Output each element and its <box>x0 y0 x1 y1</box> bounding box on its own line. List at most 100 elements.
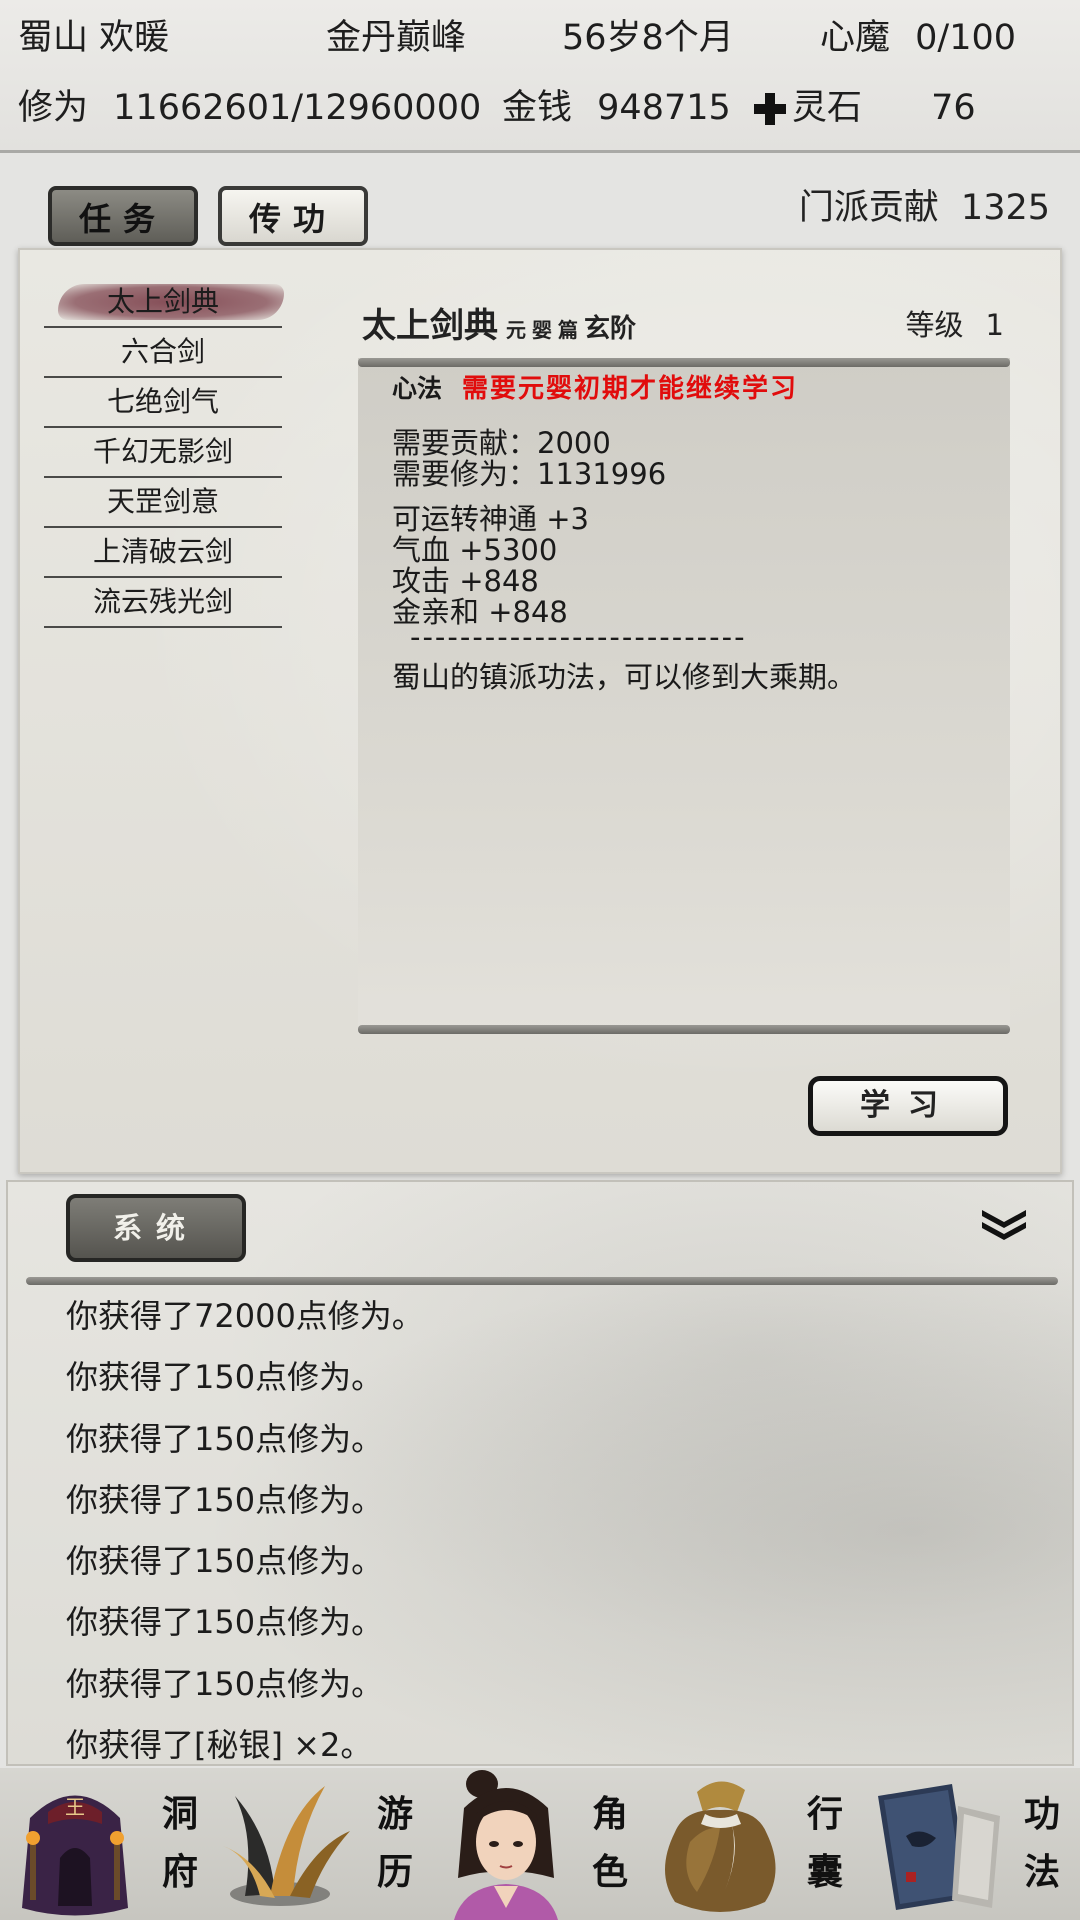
nav-bag[interactable]: 行囊 <box>645 1768 860 1920</box>
nav-label: 功法 <box>1020 1788 1064 1898</box>
technique-panel: 太上剑典 六合剑 七绝剑气 千幻无影剑 天罡剑意 上清破云剑 流云残光剑 太上剑… <box>18 248 1062 1174</box>
nav-travel[interactable]: 游历 <box>215 1768 430 1920</box>
bag-icon <box>665 1781 776 1912</box>
log-message: 你获得了72000点修为。 <box>66 1297 424 1335</box>
nav-cave-mansion[interactable]: 王 洞府 <box>0 1768 215 1920</box>
nav-label: 洞府 <box>158 1788 202 1898</box>
technique-label: 上清破云剑 <box>92 535 233 568</box>
nav-text: 角色 <box>588 1788 632 1898</box>
technique-title: 太上剑典 元婴篇玄阶 <box>362 298 636 347</box>
log-message: 你获得了150点修为。 <box>66 1542 384 1581</box>
requirement-line: 心法 需要元婴初期才能继续学习 <box>392 368 798 405</box>
tab-tasks[interactable]: 任务 <box>48 186 198 246</box>
requirement-warning: 需要元婴初期才能继续学习 <box>462 374 799 404</box>
money-label: 金钱 <box>502 88 573 128</box>
nav-skills[interactable]: 功法 <box>860 1768 1080 1920</box>
nav-char: 法 <box>1023 1851 1060 1893</box>
technique-detail-box: 心法 需要元婴初期才能继续学习 需要贡献：2000 需要修为：1131996 可运… <box>358 358 1010 1034</box>
technique-list: 太上剑典 六合剑 七绝剑气 千幻无影剑 天罡剑意 上清破云剑 流云残光剑 <box>44 278 284 628</box>
sect-name: 蜀山 <box>18 18 89 58</box>
nav-char: 色 <box>591 1851 628 1893</box>
log-message: 你获得了150点修为。 <box>66 1603 384 1642</box>
log-message: 你获得了150点修为。 <box>66 1480 384 1519</box>
cultivation-value: 11662601/12960000 <box>113 88 482 128</box>
tab-system[interactable]: 系统 <box>66 1194 246 1262</box>
technique-name: 太上剑典 <box>362 306 498 346</box>
technique-grade: 玄阶 <box>584 314 637 344</box>
divider-bar <box>358 358 1010 367</box>
nav-text: 游历 <box>373 1788 417 1898</box>
nav-char: 洞 <box>161 1793 198 1835</box>
technique-item-liuhe[interactable]: 六合剑 <box>44 328 282 378</box>
nav-char: 历 <box>376 1851 413 1893</box>
divider-bar <box>358 1025 1010 1034</box>
heart-demon-value: 0/100 <box>915 18 1017 58</box>
nav-label: 角色 <box>588 1788 632 1898</box>
contribution-value: 1325 <box>960 188 1050 228</box>
technique-item-qijue[interactable]: 七绝剑气 <box>44 378 282 428</box>
cultivation: 修为 11662601/12960000 <box>18 88 481 128</box>
technique-description: 蜀山的镇派功法，可以修到大乘期。 <box>392 660 857 694</box>
character-portrait-icon <box>454 1770 558 1920</box>
nav-text: 洞府 <box>158 1788 202 1898</box>
money: 金钱 948715 <box>502 88 731 128</box>
system-log-panel: 系统 你获得了72000点修为。 你获得了150点修为。 你获得了150点修为。… <box>6 1180 1074 1766</box>
money-value: 948715 <box>597 88 731 128</box>
nav-char: 功 <box>1023 1793 1060 1835</box>
nav-char: 游 <box>376 1793 413 1835</box>
technique-item-taishang[interactable]: 太上剑典 <box>44 278 284 328</box>
grass-travel-icon <box>223 1786 350 1906</box>
svg-text:王: 王 <box>65 1795 85 1819</box>
cultivation-label: 修为 <box>18 88 89 128</box>
contribution-label: 门派贡献 <box>798 188 939 228</box>
technique-item-qianhuan[interactable]: 千幻无影剑 <box>44 428 282 478</box>
spirit-stone-icon <box>754 93 786 125</box>
technique-label: 千幻无影剑 <box>92 435 233 468</box>
technique-label: 太上剑典 <box>106 285 219 318</box>
log-messages: 你获得了72000点修为。 你获得了150点修为。 你获得了150点修为。 你获… <box>66 1286 424 1776</box>
cave-mansion-icon: 王 <box>22 1795 128 1916</box>
heart-demon-label: 心魔 <box>820 18 891 58</box>
technique-label: 流云残光剑 <box>92 585 233 618</box>
nav-label: 行囊 <box>803 1788 847 1898</box>
technique-type: 心法 <box>392 374 443 403</box>
technique-label: 六合剑 <box>120 335 205 368</box>
status-header: 蜀山 欢暖 金丹巅峰 56岁8个月 心魔 0/100 修为 11662601/1… <box>0 0 1080 153</box>
spirit-stone: 灵石 76 <box>752 88 976 128</box>
nav-char: 府 <box>161 1851 198 1893</box>
nav-label: 游历 <box>373 1788 417 1898</box>
divider-bar <box>26 1277 1058 1285</box>
player-name: 欢暖 <box>99 18 170 58</box>
tab-transmit-skills[interactable]: 传功 <box>218 186 368 246</box>
log-message: 你获得了150点修为。 <box>66 1419 384 1458</box>
technique-item-tiangang[interactable]: 天罡剑意 <box>44 478 282 528</box>
sect-contribution: 门派贡献 1325 <box>799 186 1050 230</box>
spirit-stone-label: 灵石 <box>792 88 863 128</box>
realm-value: 金丹巅峰 <box>326 18 467 58</box>
spirit-stone-value: 76 <box>931 88 976 128</box>
chevron-down-icon[interactable] <box>978 1204 1030 1244</box>
technique-chapter: 元婴篇 <box>506 318 584 342</box>
need-cultivation: 需要修为：1131996 <box>392 457 667 491</box>
scroll-books-icon <box>878 1784 1000 1910</box>
age-value: 56岁8个月 <box>562 18 734 58</box>
heart-demon: 心魔 0/100 <box>820 18 1016 58</box>
nav-char: 行 <box>806 1793 843 1835</box>
nav-char: 角 <box>591 1793 628 1835</box>
log-message: 你获得了150点修为。 <box>66 1664 384 1703</box>
nav-character[interactable]: 角色 <box>430 1768 645 1920</box>
player-identity: 蜀山 欢暖 <box>18 18 169 58</box>
separator-line: --------------------------- <box>410 620 747 654</box>
nav-text: 行囊 <box>803 1788 847 1898</box>
log-message: 你获得了150点修为。 <box>66 1358 384 1397</box>
technique-level: 等级 1 <box>906 302 1004 344</box>
level-value: 1 <box>985 308 1004 342</box>
nav-text: 功法 <box>1020 1788 1064 1898</box>
level-label: 等级 <box>905 308 964 342</box>
bottom-navigation: 王 洞府 游历 角色 行 囊 功 法 <box>0 1768 1080 1920</box>
nav-char: 囊 <box>806 1851 843 1893</box>
learn-button[interactable]: 学习 <box>808 1076 1008 1136</box>
technique-item-liuyun[interactable]: 流云残光剑 <box>44 578 282 628</box>
technique-label: 七绝剑气 <box>106 385 219 418</box>
technique-item-shangqing[interactable]: 上清破云剑 <box>44 528 282 578</box>
